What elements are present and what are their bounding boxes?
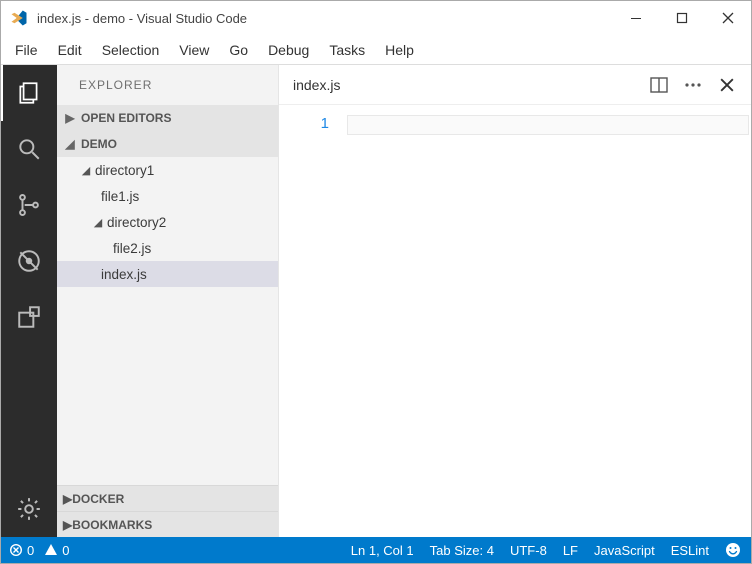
tree-file1[interactable]: file1.js — [57, 183, 278, 209]
status-eol[interactable]: LF — [555, 537, 586, 563]
chevron-right-icon: ▶ — [63, 518, 72, 532]
app-icon — [9, 8, 29, 28]
status-errors[interactable]: 0 0 — [1, 537, 77, 563]
menubar: File Edit Selection View Go Debug Tasks … — [1, 35, 751, 65]
activity-bar — [1, 65, 57, 537]
chevron-right-icon: ▶ — [63, 492, 72, 506]
menu-help[interactable]: Help — [375, 38, 424, 62]
sidebar-title: EXPLORER — [57, 65, 278, 105]
sidebar: EXPLORER ▶ OPEN EDITORS ◢ DEMO ◢ directo… — [57, 65, 279, 537]
status-cursor[interactable]: Ln 1, Col 1 — [343, 537, 422, 563]
workbench-body: EXPLORER ▶ OPEN EDITORS ◢ DEMO ◢ directo… — [1, 65, 751, 537]
section-bookmarks-label: BOOKMARKS — [72, 518, 152, 532]
menu-edit[interactable]: Edit — [48, 38, 92, 62]
activity-extensions[interactable] — [1, 289, 57, 345]
smiley-icon — [725, 542, 741, 558]
close-button[interactable] — [705, 1, 751, 35]
current-line[interactable] — [347, 115, 749, 135]
code-area[interactable] — [347, 105, 751, 537]
titlebar: index.js - demo - Visual Studio Code — [1, 1, 751, 35]
warning-icon — [44, 543, 58, 557]
tree-label: directory2 — [107, 215, 166, 230]
section-folder-label: DEMO — [81, 137, 117, 151]
statusbar: 0 0 Ln 1, Col 1 Tab Size: 4 UTF-8 LF Jav… — [1, 537, 751, 563]
window-title: index.js - demo - Visual Studio Code — [37, 11, 613, 26]
activity-search[interactable] — [1, 121, 57, 177]
editor-body: 1 — [279, 105, 751, 537]
chevron-down-icon: ◢ — [91, 216, 105, 229]
status-language[interactable]: JavaScript — [586, 537, 663, 563]
close-editor-button[interactable] — [717, 75, 737, 95]
vscode-window: index.js - demo - Visual Studio Code Fil… — [0, 0, 752, 564]
activity-source-control[interactable] — [1, 177, 57, 233]
editor-group: index.js 1 — [279, 65, 751, 537]
line-number: 1 — [279, 115, 329, 132]
tree-label: file2.js — [113, 241, 151, 256]
tree-label: file1.js — [101, 189, 139, 204]
activity-debug[interactable] — [1, 233, 57, 289]
error-icon — [9, 543, 23, 557]
section-folder[interactable]: ◢ DEMO — [57, 131, 278, 157]
menu-file[interactable]: File — [5, 38, 48, 62]
tree-directory1[interactable]: ◢ directory1 — [57, 157, 278, 183]
chevron-down-icon: ◢ — [79, 164, 93, 177]
more-actions-button[interactable] — [683, 75, 703, 95]
menu-view[interactable]: View — [169, 38, 219, 62]
section-bookmarks[interactable]: ▶ BOOKMARKS — [57, 511, 278, 537]
section-docker-label: DOCKER — [72, 492, 124, 506]
status-tabsize[interactable]: Tab Size: 4 — [422, 537, 502, 563]
editor-tab-index[interactable]: index.js — [279, 65, 354, 105]
split-editor-button[interactable] — [649, 75, 669, 95]
maximize-button[interactable] — [659, 1, 705, 35]
tree-label: index.js — [101, 267, 147, 282]
menu-selection[interactable]: Selection — [92, 38, 170, 62]
editor-tab-actions — [649, 75, 751, 95]
status-errors-count: 0 — [27, 543, 34, 558]
activity-settings[interactable] — [1, 481, 57, 537]
tree-file2[interactable]: file2.js — [57, 235, 278, 261]
line-gutter: 1 — [279, 105, 347, 537]
status-feedback[interactable] — [717, 537, 751, 563]
status-linter[interactable]: ESLint — [663, 537, 717, 563]
file-tree: ◢ directory1 file1.js ◢ directory2 file2… — [57, 157, 278, 287]
chevron-down-icon: ◢ — [63, 137, 77, 151]
tree-index[interactable]: index.js — [57, 261, 278, 287]
section-open-editors[interactable]: ▶ OPEN EDITORS — [57, 105, 278, 131]
status-encoding[interactable]: UTF-8 — [502, 537, 555, 563]
window-controls — [613, 1, 751, 35]
activity-explorer[interactable] — [1, 65, 57, 121]
menu-go[interactable]: Go — [219, 38, 258, 62]
editor-tabbar: index.js — [279, 65, 751, 105]
status-warnings-count: 0 — [62, 543, 69, 558]
chevron-right-icon: ▶ — [63, 111, 77, 125]
section-open-editors-label: OPEN EDITORS — [81, 111, 171, 125]
minimize-button[interactable] — [613, 1, 659, 35]
menu-debug[interactable]: Debug — [258, 38, 319, 62]
menu-tasks[interactable]: Tasks — [319, 38, 375, 62]
tree-label: directory1 — [95, 163, 154, 178]
section-docker[interactable]: ▶ DOCKER — [57, 485, 278, 511]
tree-directory2[interactable]: ◢ directory2 — [57, 209, 278, 235]
